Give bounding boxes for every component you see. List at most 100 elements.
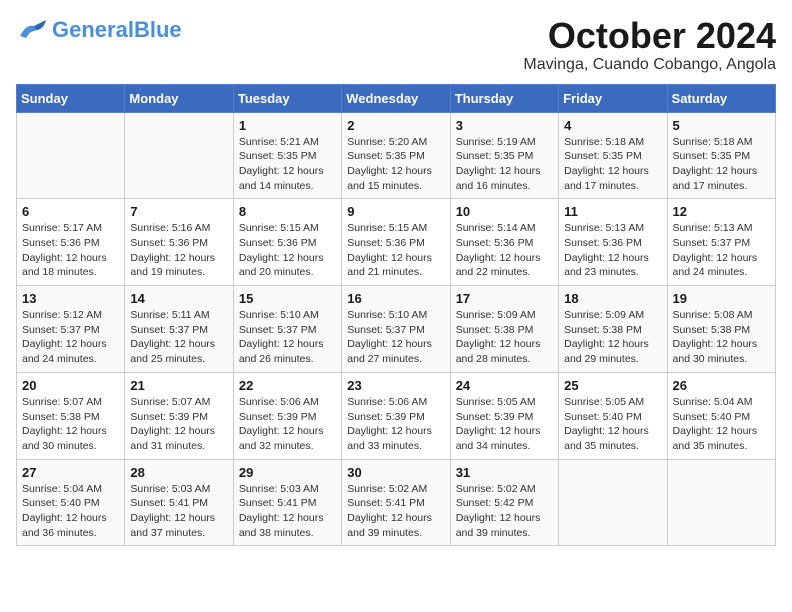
day-of-week-header: Monday <box>125 84 233 112</box>
day-info: Sunrise: 5:13 AM Sunset: 5:37 PM Dayligh… <box>673 221 770 280</box>
day-info: Sunrise: 5:04 AM Sunset: 5:40 PM Dayligh… <box>673 395 770 454</box>
calendar-day-cell <box>667 459 775 546</box>
page-header: GeneralBlue October 2024 Mavinga, Cuando… <box>16 16 776 74</box>
day-number: 8 <box>239 204 336 219</box>
day-number: 31 <box>456 465 553 480</box>
day-number: 24 <box>456 378 553 393</box>
day-info: Sunrise: 5:17 AM Sunset: 5:36 PM Dayligh… <box>22 221 119 280</box>
day-number: 6 <box>22 204 119 219</box>
day-info: Sunrise: 5:07 AM Sunset: 5:39 PM Dayligh… <box>130 395 227 454</box>
day-info: Sunrise: 5:18 AM Sunset: 5:35 PM Dayligh… <box>673 135 770 194</box>
calendar-day-cell: 10Sunrise: 5:14 AM Sunset: 5:36 PM Dayli… <box>450 199 558 286</box>
day-number: 1 <box>239 118 336 133</box>
calendar-day-cell: 11 Sunrise: 5:13 AM Sunset: 5:36 PM Dayli… <box>559 199 667 286</box>
calendar-day-cell: 5Sunrise: 5:18 AM Sunset: 5:35 PM Daylig… <box>667 112 775 199</box>
day-info: Sunrise: 5:16 AM Sunset: 5:36 PM Dayligh… <box>130 221 227 280</box>
calendar-day-cell: 6 Sunrise: 5:17 AM Sunset: 5:36 PM Daylig… <box>17 199 125 286</box>
calendar-day-cell: 13Sunrise: 5:12 AM Sunset: 5:37 PM Dayli… <box>17 286 125 373</box>
logo-blue: Blue <box>134 17 182 42</box>
calendar-day-cell: 21 Sunrise: 5:07 AM Sunset: 5:39 PM Dayli… <box>125 372 233 459</box>
calendar-day-cell <box>559 459 667 546</box>
calendar-day-cell: 14 Sunrise: 5:11 AM Sunset: 5:37 PM Dayli… <box>125 286 233 373</box>
day-of-week-header: Tuesday <box>233 84 341 112</box>
day-info: Sunrise: 5:06 AM Sunset: 5:39 PM Dayligh… <box>347 395 444 454</box>
calendar-day-cell: 30 Sunrise: 5:02 AM Sunset: 5:41 PM Dayli… <box>342 459 450 546</box>
day-info: Sunrise: 5:15 AM Sunset: 5:36 PM Dayligh… <box>239 221 336 280</box>
calendar-day-cell: 24 Sunrise: 5:05 AM Sunset: 5:39 PM Dayli… <box>450 372 558 459</box>
day-number: 2 <box>347 118 444 133</box>
day-number: 20 <box>22 378 119 393</box>
calendar-week-row: 27 Sunrise: 5:04 AM Sunset: 5:40 PM Dayli… <box>17 459 776 546</box>
calendar-day-cell: 19Sunrise: 5:08 AM Sunset: 5:38 PM Dayli… <box>667 286 775 373</box>
calendar-day-cell: 29Sunrise: 5:03 AM Sunset: 5:41 PM Dayli… <box>233 459 341 546</box>
calendar-day-cell: 28 Sunrise: 5:03 AM Sunset: 5:41 PM Dayli… <box>125 459 233 546</box>
day-number: 17 <box>456 291 553 306</box>
day-info: Sunrise: 5:05 AM Sunset: 5:39 PM Dayligh… <box>456 395 553 454</box>
day-number: 16 <box>347 291 444 306</box>
calendar-day-cell: 15Sunrise: 5:10 AM Sunset: 5:37 PM Dayli… <box>233 286 341 373</box>
day-info: Sunrise: 5:21 AM Sunset: 5:35 PM Dayligh… <box>239 135 336 194</box>
logo-general: General <box>52 17 134 42</box>
day-number: 14 <box>130 291 227 306</box>
calendar-week-row: 1 Sunrise: 5:21 AM Sunset: 5:35 PM Daylig… <box>17 112 776 199</box>
calendar-day-cell: 25Sunrise: 5:05 AM Sunset: 5:40 PM Dayli… <box>559 372 667 459</box>
calendar-day-cell: 18 Sunrise: 5:09 AM Sunset: 5:38 PM Dayli… <box>559 286 667 373</box>
day-number: 28 <box>130 465 227 480</box>
day-number: 27 <box>22 465 119 480</box>
calendar-day-cell: 8 Sunrise: 5:15 AM Sunset: 5:36 PM Daylig… <box>233 199 341 286</box>
day-number: 30 <box>347 465 444 480</box>
calendar-day-cell: 4 Sunrise: 5:18 AM Sunset: 5:35 PM Daylig… <box>559 112 667 199</box>
calendar-day-cell: 20Sunrise: 5:07 AM Sunset: 5:38 PM Dayli… <box>17 372 125 459</box>
calendar-day-cell: 22 Sunrise: 5:06 AM Sunset: 5:39 PM Dayli… <box>233 372 341 459</box>
calendar-day-cell: 31Sunrise: 5:02 AM Sunset: 5:42 PM Dayli… <box>450 459 558 546</box>
day-number: 18 <box>564 291 661 306</box>
day-number: 3 <box>456 118 553 133</box>
day-of-week-header: Saturday <box>667 84 775 112</box>
title-block: October 2024 Mavinga, Cuando Cobango, An… <box>523 16 776 74</box>
calendar-week-row: 6 Sunrise: 5:17 AM Sunset: 5:36 PM Daylig… <box>17 199 776 286</box>
day-info: Sunrise: 5:02 AM Sunset: 5:41 PM Dayligh… <box>347 482 444 541</box>
day-info: Sunrise: 5:14 AM Sunset: 5:36 PM Dayligh… <box>456 221 553 280</box>
day-info: Sunrise: 5:06 AM Sunset: 5:39 PM Dayligh… <box>239 395 336 454</box>
day-number: 22 <box>239 378 336 393</box>
day-of-week-header: Friday <box>559 84 667 112</box>
day-number: 21 <box>130 378 227 393</box>
day-number: 4 <box>564 118 661 133</box>
calendar-day-cell <box>17 112 125 199</box>
day-info: Sunrise: 5:09 AM Sunset: 5:38 PM Dayligh… <box>564 308 661 367</box>
calendar-header: SundayMondayTuesdayWednesdayThursdayFrid… <box>17 84 776 112</box>
day-info: Sunrise: 5:09 AM Sunset: 5:38 PM Dayligh… <box>456 308 553 367</box>
day-info: Sunrise: 5:11 AM Sunset: 5:37 PM Dayligh… <box>130 308 227 367</box>
day-number: 12 <box>673 204 770 219</box>
day-number: 13 <box>22 291 119 306</box>
calendar-day-cell: 17 Sunrise: 5:09 AM Sunset: 5:38 PM Dayli… <box>450 286 558 373</box>
calendar-day-cell: 27 Sunrise: 5:04 AM Sunset: 5:40 PM Dayli… <box>17 459 125 546</box>
calendar-day-cell: 2Sunrise: 5:20 AM Sunset: 5:35 PM Daylig… <box>342 112 450 199</box>
day-info: Sunrise: 5:04 AM Sunset: 5:40 PM Dayligh… <box>22 482 119 541</box>
day-number: 9 <box>347 204 444 219</box>
day-info: Sunrise: 5:15 AM Sunset: 5:36 PM Dayligh… <box>347 221 444 280</box>
day-info: Sunrise: 5:03 AM Sunset: 5:41 PM Dayligh… <box>130 482 227 541</box>
day-info: Sunrise: 5:13 AM Sunset: 5:36 PM Dayligh… <box>564 221 661 280</box>
day-of-week-header: Sunday <box>17 84 125 112</box>
day-number: 29 <box>239 465 336 480</box>
logo: GeneralBlue <box>16 16 182 44</box>
calendar-day-cell: 3Sunrise: 5:19 AM Sunset: 5:35 PM Daylig… <box>450 112 558 199</box>
day-info: Sunrise: 5:18 AM Sunset: 5:35 PM Dayligh… <box>564 135 661 194</box>
location-title: Mavinga, Cuando Cobango, Angola <box>523 56 776 74</box>
day-number: 26 <box>673 378 770 393</box>
logo-name: GeneralBlue <box>52 19 182 41</box>
logo-text-block: GeneralBlue <box>52 19 182 41</box>
month-title: October 2024 <box>523 16 776 56</box>
calendar-day-cell: 26 Sunrise: 5:04 AM Sunset: 5:40 PM Dayli… <box>667 372 775 459</box>
day-of-week-header: Wednesday <box>342 84 450 112</box>
day-number: 23 <box>347 378 444 393</box>
logo-icon <box>16 16 48 44</box>
day-info: Sunrise: 5:10 AM Sunset: 5:37 PM Dayligh… <box>347 308 444 367</box>
calendar-week-row: 20Sunrise: 5:07 AM Sunset: 5:38 PM Dayli… <box>17 372 776 459</box>
day-info: Sunrise: 5:05 AM Sunset: 5:40 PM Dayligh… <box>564 395 661 454</box>
day-number: 11 <box>564 204 661 219</box>
day-of-week-header: Thursday <box>450 84 558 112</box>
day-number: 7 <box>130 204 227 219</box>
calendar-day-cell: 12 Sunrise: 5:13 AM Sunset: 5:37 PM Dayli… <box>667 199 775 286</box>
